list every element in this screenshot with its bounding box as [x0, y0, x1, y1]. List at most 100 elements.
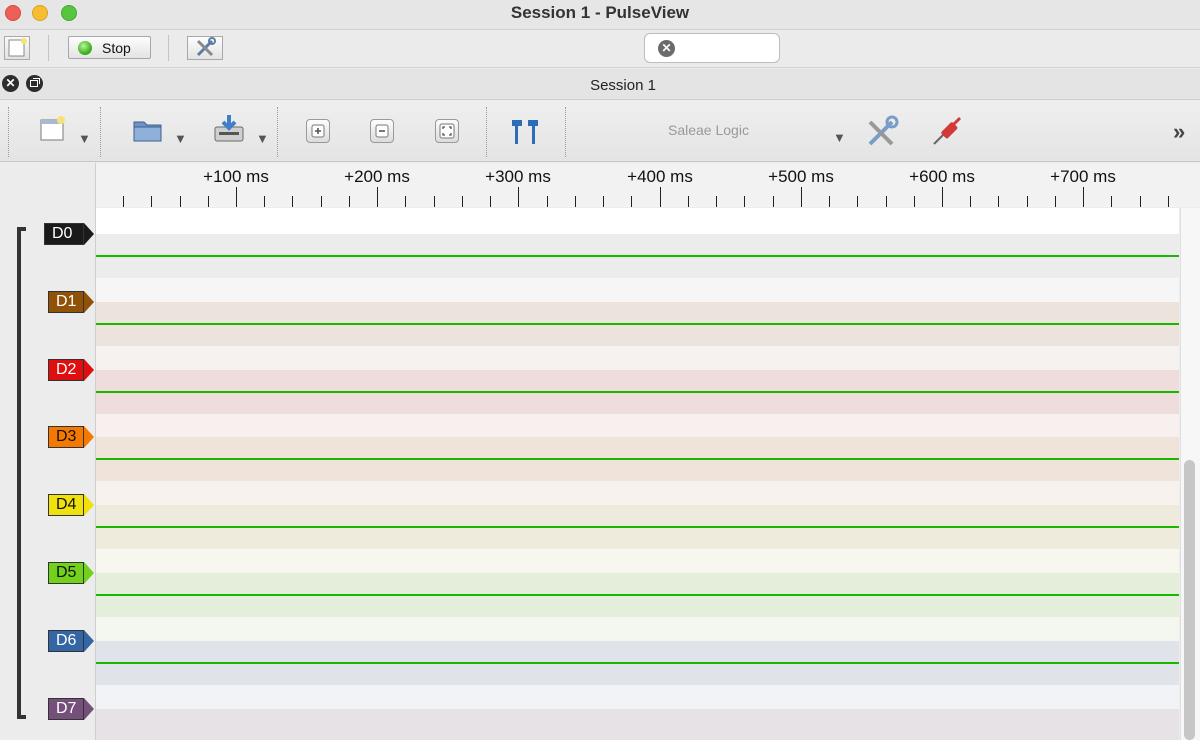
clear-search-icon[interactable]: ✕	[658, 40, 675, 57]
channel-trace-band-low	[96, 414, 1179, 438]
channel-label-pointer	[84, 562, 94, 584]
channel-trace-band-low	[96, 617, 1179, 641]
ruler-label: +400 ms	[627, 167, 693, 186]
channel-label-pointer	[84, 698, 94, 720]
ruler-minor-tick	[405, 196, 406, 207]
ruler-label: +300 ms	[485, 167, 551, 186]
ruler-minor-tick	[773, 196, 774, 207]
channel-name: D0	[44, 223, 84, 245]
ruler-minor-tick	[264, 196, 265, 207]
channel-trace-band-low	[96, 549, 1179, 573]
session-title: Session 1	[590, 77, 656, 94]
ruler-minor-tick	[857, 196, 858, 207]
device-dropdown-icon[interactable]: ▼	[833, 130, 846, 145]
ruler-major-tick	[377, 187, 378, 207]
ruler-minor-tick	[603, 196, 604, 207]
signal-trace-d5	[96, 594, 1179, 596]
channel-label-pointer	[84, 426, 94, 448]
ruler-label: +600 ms	[909, 167, 975, 186]
ruler-major-tick	[801, 187, 802, 207]
search-input[interactable]: ✕	[644, 33, 780, 63]
toolbar-divider	[565, 107, 566, 157]
ruler-minor-tick	[970, 196, 971, 207]
ruler-minor-tick	[321, 196, 322, 207]
ruler-minor-tick	[434, 196, 435, 207]
new-session-icon[interactable]	[4, 36, 30, 60]
save-icon	[214, 115, 244, 142]
channel-name: D2	[48, 359, 84, 381]
ruler-minor-tick	[292, 196, 293, 207]
window-title: Session 1 - PulseView	[510, 3, 690, 22]
stop-button[interactable]: Stop	[68, 36, 151, 59]
open-folder-icon	[133, 121, 162, 142]
ruler-minor-tick	[914, 196, 915, 207]
channel-name: D1	[48, 291, 84, 313]
settings-tools-icon[interactable]	[187, 36, 223, 60]
ruler-minor-tick	[688, 196, 689, 207]
vertical-scrollbar-thumb[interactable]	[1184, 460, 1195, 740]
ruler-major-tick	[942, 187, 943, 207]
signal-trace-d6	[96, 662, 1179, 664]
device-config-icon[interactable]	[864, 114, 900, 150]
time-ruler[interactable]: +100 ms +200 ms +300 ms +400 ms +500 ms +600 …	[96, 163, 1200, 207]
toolbar-overflow-icon[interactable]: »	[1173, 119, 1185, 145]
channel-label-pointer	[84, 494, 94, 516]
toolbar-divider	[277, 107, 278, 157]
save-dropdown-icon[interactable]: ▼	[256, 131, 269, 146]
save-file-button[interactable]: ▼	[212, 113, 270, 149]
ruler-minor-tick	[180, 196, 181, 207]
ruler-label: +200 ms	[344, 167, 410, 186]
zoom-in-icon[interactable]	[306, 119, 330, 143]
ruler-minor-tick	[1140, 196, 1141, 207]
signal-trace-d3	[96, 458, 1179, 460]
channel-trace-band-low	[96, 346, 1179, 370]
ruler-minor-tick	[1055, 196, 1056, 207]
open-dropdown-icon[interactable]: ▼	[174, 131, 187, 146]
ruler-minor-tick	[886, 196, 887, 207]
ruler-minor-tick	[208, 196, 209, 207]
cursor-toggle-icon[interactable]	[508, 117, 544, 147]
toolbar-divider	[48, 35, 49, 61]
channel-name: D5	[48, 562, 84, 584]
toolbar-divider	[486, 107, 487, 157]
ruler-label: +500 ms	[768, 167, 834, 186]
ruler-minor-tick	[631, 196, 632, 207]
channel-label-pointer	[84, 223, 94, 245]
ruler-minor-tick	[349, 196, 350, 207]
channel-header-panel	[0, 163, 96, 740]
zoom-out-icon[interactable]	[370, 119, 394, 143]
trace-view[interactable]	[96, 208, 1179, 740]
ruler-label: +100 ms	[203, 167, 269, 186]
open-file-button[interactable]: ▼	[132, 115, 188, 149]
ruler-minor-tick	[829, 196, 830, 207]
ruler-major-tick	[236, 187, 237, 207]
channel-name: D6	[48, 630, 84, 652]
running-led-icon	[78, 41, 92, 55]
new-view-dropdown-icon[interactable]: ▼	[78, 131, 91, 146]
toolbar-divider	[168, 35, 169, 61]
ruler-major-tick	[518, 187, 519, 207]
ruler-minor-tick	[1027, 196, 1028, 207]
ruler-minor-tick	[151, 196, 152, 207]
channel-label-pointer	[84, 630, 94, 652]
channel-trace-band-low	[96, 278, 1179, 302]
session-toolbar: ▼ ▼ ▼	[0, 101, 1200, 162]
ruler-minor-tick	[744, 196, 745, 207]
ruler-minor-tick	[716, 196, 717, 207]
channel-name: D7	[48, 698, 84, 720]
channel-trace-band-low	[96, 481, 1179, 505]
probe-icon[interactable]	[928, 114, 964, 150]
ruler-minor-tick	[547, 196, 548, 207]
window-titlebar: Session 1 - PulseView	[0, 0, 1200, 30]
main-toolbar: Stop ✕	[0, 31, 1200, 68]
channel-label-pointer	[84, 359, 94, 381]
signal-trace-d2	[96, 391, 1179, 393]
signal-trace-d4	[96, 526, 1179, 528]
stop-button-label: Stop	[102, 40, 131, 56]
zoom-fit-icon[interactable]	[435, 119, 459, 143]
ruler-major-tick	[1083, 187, 1084, 207]
new-view-button[interactable]: ▼	[38, 115, 94, 149]
device-selector[interactable]: Saleae Logic	[668, 122, 749, 138]
channel-name: D3	[48, 426, 84, 448]
channel-label-pointer	[84, 291, 94, 313]
